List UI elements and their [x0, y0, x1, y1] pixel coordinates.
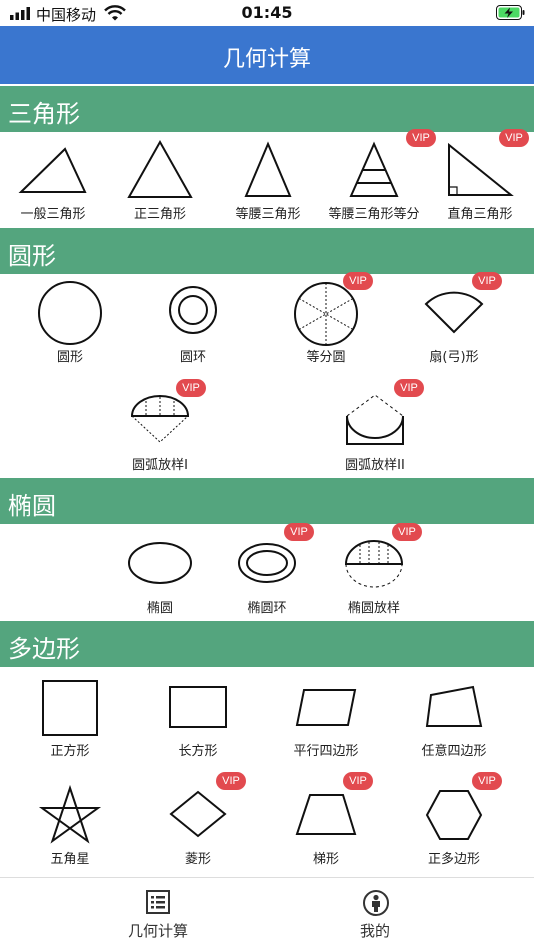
- sector-icon: [424, 291, 484, 334]
- item-label: 扇(弓)形: [429, 350, 479, 365]
- rectangle-icon: [169, 686, 227, 728]
- vip-badge: VIP: [343, 272, 373, 290]
- general-triangle-icon: [18, 147, 87, 193]
- vip-badge: VIP: [406, 129, 436, 147]
- item-parallelogram[interactable]: 平行四边形: [293, 689, 359, 759]
- item-label: 梯形: [312, 852, 339, 867]
- item-equal-division-circle[interactable]: 等分圆: [294, 282, 358, 365]
- item-annulus[interactable]: 圆环: [169, 286, 217, 365]
- tab-label: 几何计算: [127, 922, 188, 940]
- vip-badge: VIP: [499, 129, 529, 147]
- vip-badge: VIP: [394, 379, 424, 397]
- vip-badge: VIP: [176, 379, 206, 397]
- item-pentagram[interactable]: 五角星: [38, 784, 102, 867]
- divided-circle-icon: [294, 282, 358, 346]
- item-label: 圆弧放样I: [132, 458, 188, 473]
- section-header-ellipse: 椭圆: [0, 478, 534, 524]
- item-equilateral-triangle[interactable]: 正三角形: [127, 139, 193, 222]
- item-regular-polygon[interactable]: 正多边形: [425, 790, 483, 867]
- item-label: 任意四边形: [421, 744, 487, 759]
- equilateral-triangle-icon: [127, 139, 193, 198]
- right-triangle-icon: [448, 142, 514, 196]
- item-label: 圆形: [56, 350, 83, 365]
- vip-badge: VIP: [343, 772, 373, 790]
- item-ellipse-ring[interactable]: 椭圆环: [238, 543, 296, 616]
- clock: 01:45: [241, 3, 293, 22]
- section-header-polygon: 多边形: [0, 621, 534, 667]
- section-title: 三角形: [8, 100, 80, 128]
- parallelogram-icon: [295, 689, 357, 726]
- item-isosceles-triangle[interactable]: 等腰三角形: [235, 141, 301, 222]
- item-square[interactable]: 正方形: [42, 680, 98, 759]
- arc-layout-icon: [130, 395, 190, 443]
- item-circle[interactable]: 圆形: [38, 281, 102, 365]
- vip-badge: VIP: [472, 272, 502, 290]
- tab-bar: 几何计算 我的: [0, 877, 534, 950]
- person-icon: [363, 890, 389, 916]
- section-title: 椭圆: [8, 492, 56, 520]
- item-rectangle[interactable]: 长方形: [169, 686, 227, 759]
- vip-badge: VIP: [472, 772, 502, 790]
- square-icon: [42, 680, 98, 736]
- item-label: 平行四边形: [293, 744, 359, 759]
- item-label: 等分圆: [306, 350, 346, 365]
- item-ellipse-layout[interactable]: 椭圆放样: [344, 540, 404, 616]
- ellipse-layout-icon: [344, 540, 404, 588]
- item-label: 圆环: [179, 350, 206, 365]
- item-general-triangle[interactable]: 一般三角形: [18, 146, 87, 222]
- list-icon: [146, 890, 170, 914]
- vip-badge: VIP: [284, 523, 314, 541]
- isosceles-triangle-icon: [244, 141, 292, 197]
- item-label: 直角三角形: [447, 207, 513, 222]
- arc-layout-2-icon: [346, 394, 404, 445]
- rhombus-icon: [169, 790, 227, 838]
- item-quadrilateral[interactable]: 任意四边形: [421, 685, 487, 759]
- item-isosceles-triangle-division[interactable]: 等腰三角形等分: [328, 141, 420, 222]
- tab-geometry-calc[interactable]: 几何计算: [98, 878, 218, 950]
- tab-mine[interactable]: 我的: [315, 878, 435, 950]
- page-title: 几何计算: [222, 47, 311, 72]
- item-label: 圆弧放样II: [345, 458, 405, 473]
- section-title: 多边形: [8, 635, 80, 663]
- item-rhombus[interactable]: 菱形: [169, 790, 227, 867]
- section-header-triangle: 三角形: [0, 86, 534, 132]
- trapezoid-icon: [295, 794, 357, 835]
- item-label: 正方形: [50, 744, 90, 759]
- item-arc-layout-2[interactable]: 圆弧放样II: [345, 394, 405, 473]
- circle-icon: [38, 281, 102, 345]
- hexagon-icon: [425, 790, 483, 840]
- item-label: 正多边形: [427, 852, 480, 867]
- pentagram-icon: [38, 784, 102, 844]
- item-trapezoid[interactable]: 梯形: [295, 794, 357, 867]
- section-title: 圆形: [8, 242, 56, 270]
- ellipse-ring-icon: [238, 543, 296, 583]
- item-right-triangle[interactable]: 直角三角形: [447, 142, 514, 222]
- section-header-circle: 圆形: [0, 228, 534, 274]
- ellipse-icon: [128, 542, 192, 584]
- vip-badge: VIP: [392, 523, 422, 541]
- item-label: 椭圆放样: [347, 601, 400, 616]
- divided-triangle-icon: [349, 141, 399, 197]
- item-label: 五角星: [50, 852, 90, 867]
- item-label: 菱形: [184, 852, 211, 867]
- item-label: 长方形: [178, 744, 218, 759]
- annulus-icon: [169, 286, 217, 334]
- battery-charging-icon: [496, 5, 525, 20]
- quadrilateral-icon: [425, 685, 483, 727]
- tab-label: 我的: [359, 922, 390, 940]
- item-sector[interactable]: 扇(弓)形: [424, 291, 484, 365]
- vip-badge: VIP: [216, 772, 246, 790]
- status-bar: 中国移动 01:45: [0, 0, 534, 26]
- item-arc-layout-1[interactable]: 圆弧放样I: [130, 395, 190, 473]
- item-ellipse[interactable]: 椭圆: [128, 542, 192, 616]
- navigation-bar: 几何计算: [0, 26, 534, 84]
